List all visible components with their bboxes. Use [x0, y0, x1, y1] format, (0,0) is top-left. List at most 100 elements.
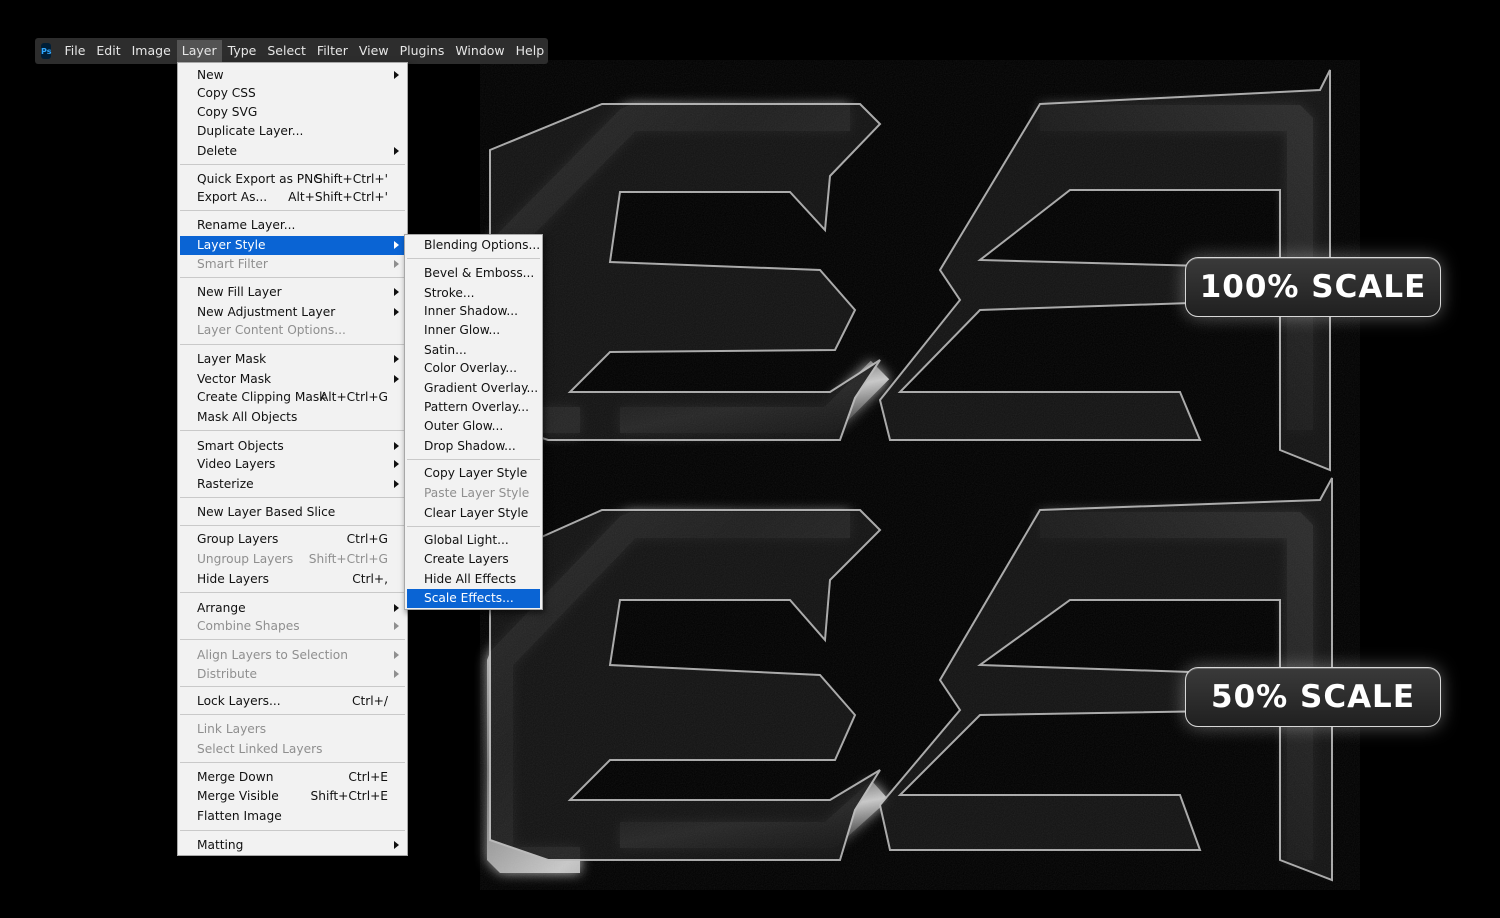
menu-help[interactable]: Help — [511, 40, 550, 62]
menu-item-bevel-emboss[interactable]: Bevel & Emboss... — [407, 264, 540, 283]
menu-separator — [180, 714, 405, 715]
menu-item-copy-layer-style[interactable]: Copy Layer Style — [407, 464, 540, 483]
menu-item-hide-layers[interactable]: Hide Layers Ctrl+, — [180, 570, 405, 589]
menu-item-label: Matting — [197, 838, 244, 852]
menu-item-export-as[interactable]: Export As... Alt+Shift+Ctrl+' — [180, 188, 405, 207]
menu-item-group-layers[interactable]: Group Layers Ctrl+G — [180, 530, 405, 549]
menu-item-color-overlay[interactable]: Color Overlay... — [407, 359, 540, 378]
menu-item-copy-svg[interactable]: Copy SVG — [180, 103, 405, 122]
menu-item-link-layers[interactable]: Link Layers — [180, 720, 405, 739]
menu-item-delete[interactable]: Delete — [180, 142, 405, 161]
menu-item-create-clipping-mask[interactable]: Create Clipping Mask Alt+Ctrl+G — [180, 388, 405, 407]
menu-item-pattern-overlay[interactable]: Pattern Overlay... — [407, 398, 540, 417]
menu-plugins[interactable]: Plugins — [395, 40, 450, 62]
menu-item-drop-shadow[interactable]: Drop Shadow... — [407, 437, 540, 456]
menu-separator — [180, 830, 405, 831]
menu-item-quick-export[interactable]: Quick Export as PNG Shift+Ctrl+' — [180, 170, 405, 189]
shortcut-label: Shift+Ctrl+E — [310, 789, 388, 803]
menu-item-label: Duplicate Layer... — [197, 124, 304, 138]
shortcut-label: Ctrl+E — [348, 770, 388, 784]
menu-select[interactable]: Select — [262, 40, 311, 62]
menu-image[interactable]: Image — [127, 40, 176, 62]
menu-view[interactable]: View — [354, 40, 394, 62]
menu-item-rename-layer[interactable]: Rename Layer... — [180, 216, 405, 235]
menu-item-create-layers[interactable]: Create Layers — [407, 550, 540, 569]
menu-item-select-linked-layers[interactable]: Select Linked Layers — [180, 740, 405, 759]
menu-item-label: Smart Objects — [197, 439, 284, 453]
menu-item-global-light[interactable]: Global Light... — [407, 531, 540, 550]
submenu-arrow-icon — [394, 651, 399, 659]
menu-item-label: Hide Layers — [197, 572, 269, 586]
menu-item-new-adjustment-layer[interactable]: New Adjustment Layer — [180, 303, 405, 322]
submenu-arrow-icon — [394, 355, 399, 363]
menu-filter[interactable]: Filter — [312, 40, 353, 62]
menu-item-label: Delete — [197, 144, 238, 158]
menu-item-label: Arrange — [197, 601, 246, 615]
menu-item-stroke[interactable]: Stroke... — [407, 284, 540, 303]
menu-item-smart-objects[interactable]: Smart Objects — [180, 437, 405, 456]
submenu-arrow-icon — [394, 480, 399, 488]
menu-item-label: Vector Mask — [197, 372, 272, 386]
menu-item-smart-filter[interactable]: Smart Filter — [180, 255, 405, 274]
menu-item-layer-style[interactable]: Layer Style — [180, 236, 405, 255]
menu-item-blending-options[interactable]: Blending Options... — [407, 236, 540, 255]
submenu-arrow-icon — [394, 375, 399, 383]
menu-item-mask-all-objects[interactable]: Mask All Objects — [180, 408, 405, 427]
menu-item-label: Stroke... — [424, 286, 475, 300]
menu-item-video-layers[interactable]: Video Layers — [180, 455, 405, 474]
menu-item-clear-layer-style[interactable]: Clear Layer Style — [407, 504, 540, 523]
menu-item-inner-shadow[interactable]: Inner Shadow... — [407, 302, 540, 321]
submenu-arrow-icon — [394, 308, 399, 316]
menu-item-inner-glow[interactable]: Inner Glow... — [407, 321, 540, 340]
menu-item-copy-css[interactable]: Copy CSS — [180, 84, 405, 103]
menu-item-label: Layer Style — [197, 238, 266, 252]
menu-item-label: Quick Export as PNG — [197, 172, 323, 186]
submenu-arrow-icon — [394, 442, 399, 450]
menu-layer[interactable]: Layer — [176, 40, 222, 62]
menu-item-align-layers[interactable]: Align Layers to Selection — [180, 646, 405, 665]
submenu-arrow-icon — [394, 147, 399, 155]
menu-item-layer-mask[interactable]: Layer Mask — [180, 350, 405, 369]
menu-item-satin[interactable]: Satin... — [407, 341, 540, 360]
menu-file[interactable]: File — [59, 40, 90, 62]
menu-item-new[interactable]: New — [180, 66, 405, 85]
scale-badge-50: 50% SCALE — [1185, 667, 1441, 727]
menu-item-label: Align Layers to Selection — [197, 648, 348, 662]
menu-item-label: Export As... — [197, 190, 268, 204]
menu-item-merge-down[interactable]: Merge Down Ctrl+E — [180, 768, 405, 787]
menu-item-matting[interactable]: Matting — [180, 836, 405, 855]
menu-separator — [180, 686, 405, 687]
menu-item-distribute[interactable]: Distribute — [180, 665, 405, 684]
menu-item-label: New — [197, 68, 224, 82]
submenu-arrow-icon — [394, 460, 399, 468]
menu-item-lock-layers[interactable]: Lock Layers... Ctrl+/ — [180, 692, 405, 711]
menu-window[interactable]: Window — [450, 40, 509, 62]
menu-item-rasterize[interactable]: Rasterize — [180, 475, 405, 494]
menu-item-gradient-overlay[interactable]: Gradient Overlay... — [407, 379, 540, 398]
menu-item-scale-effects[interactable]: Scale Effects... — [407, 589, 540, 608]
menu-item-combine-shapes[interactable]: Combine Shapes — [180, 617, 405, 636]
menu-item-hide-all-effects[interactable]: Hide All Effects — [407, 570, 540, 589]
shortcut-label: Ctrl+, — [352, 572, 388, 586]
menu-item-label: Bevel & Emboss... — [424, 266, 535, 280]
menu-item-label: Outer Glow... — [424, 419, 504, 433]
menu-separator — [180, 164, 405, 165]
menu-item-layer-content-options[interactable]: Layer Content Options... — [180, 321, 405, 340]
photoshop-logo-icon[interactable]: Ps — [41, 43, 52, 59]
menu-item-paste-layer-style[interactable]: Paste Layer Style — [407, 484, 540, 503]
menu-item-ungroup-layers[interactable]: Ungroup Layers Shift+Ctrl+G — [180, 550, 405, 569]
menu-item-outer-glow[interactable]: Outer Glow... — [407, 417, 540, 436]
menu-item-label: Drop Shadow... — [424, 439, 516, 453]
menu-separator — [180, 344, 405, 345]
menu-item-vector-mask[interactable]: Vector Mask — [180, 370, 405, 389]
menu-item-new-layer-based-slice[interactable]: New Layer Based Slice — [180, 503, 405, 522]
menu-type[interactable]: Type — [223, 40, 262, 62]
menu-item-duplicate-layer[interactable]: Duplicate Layer... — [180, 122, 405, 141]
menu-item-label: Gradient Overlay... — [424, 381, 539, 395]
menu-item-new-fill-layer[interactable]: New Fill Layer — [180, 283, 405, 302]
menu-item-merge-visible[interactable]: Merge Visible Shift+Ctrl+E — [180, 787, 405, 806]
shortcut-label: Shift+Ctrl+' — [314, 172, 388, 186]
menu-edit[interactable]: Edit — [91, 40, 125, 62]
menu-item-arrange[interactable]: Arrange — [180, 599, 405, 618]
menu-item-flatten-image[interactable]: Flatten Image — [180, 807, 405, 826]
